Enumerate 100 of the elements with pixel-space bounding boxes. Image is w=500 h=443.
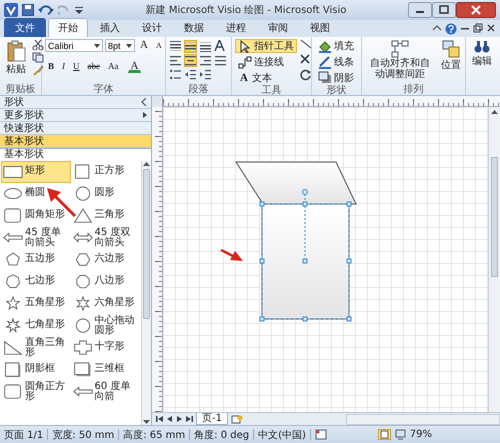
ribbon-tab[interactable]: 进程	[216, 18, 256, 37]
parallelogram-shape[interactable]	[235, 162, 357, 204]
shape-item[interactable]: 60 度单向箭	[70, 381, 140, 403]
italic-button[interactable]: I	[59, 60, 68, 73]
ribbon-tab[interactable]: 插入	[90, 18, 130, 37]
pointer-tool-button[interactable]: 指针工具	[235, 39, 297, 53]
editing-button[interactable]: 编辑	[469, 39, 495, 69]
rectangle-shape[interactable]	[262, 204, 350, 320]
outdent-button[interactable]	[184, 68, 197, 81]
panel-header[interactable]: 基本形状	[0, 135, 151, 148]
shape-item[interactable]: 椭圆	[1, 183, 70, 205]
previous-page-icon[interactable]	[166, 415, 173, 423]
brush-icon[interactable]	[32, 65, 44, 76]
ribbon-tab[interactable]: 视图	[300, 18, 340, 37]
shape-item[interactable]: 六角星形	[70, 293, 140, 315]
align-top-icon	[170, 41, 181, 52]
shrink-font-button[interactable]: A	[152, 39, 165, 52]
scrollbar-thumb[interactable]	[143, 169, 150, 319]
font-color-button[interactable]: A	[128, 60, 142, 73]
align-bottom-button[interactable]	[199, 40, 212, 53]
shape-item[interactable]: 矩形	[1, 161, 70, 183]
shape-item[interactable]: 五边形	[1, 249, 70, 271]
auto-align-button[interactable]: 自动对齐和自动调整间距	[365, 39, 435, 81]
customize-menu-icon[interactable]	[74, 4, 84, 16]
ribbon-tab[interactable]: 设计	[132, 18, 172, 37]
file-tab[interactable]: 文件	[4, 18, 46, 37]
align-top-button[interactable]	[169, 40, 182, 53]
shadow-button[interactable]: 阴影	[315, 71, 357, 85]
underline-button[interactable]: U	[70, 60, 83, 73]
shape-item[interactable]: 圆角矩形	[1, 205, 70, 227]
maximize-icon[interactable]	[432, 2, 456, 18]
restore-icon[interactable]	[473, 22, 483, 32]
align-left-button[interactable]	[169, 54, 182, 67]
panel-header[interactable]: 更多形状	[0, 109, 151, 122]
ribbon-tab[interactable]: 审阅	[258, 18, 298, 37]
shape-item[interactable]: 十字形	[70, 337, 140, 359]
close-icon[interactable]	[300, 54, 310, 64]
next-page-icon[interactable]	[176, 415, 183, 423]
justify-button[interactable]	[214, 54, 227, 67]
shape-item[interactable]: 五角星形	[1, 293, 70, 315]
undo-icon[interactable]	[38, 4, 54, 16]
text-tool-button[interactable]: A 文本	[235, 71, 297, 85]
fill-button[interactable]: 填充	[315, 39, 357, 53]
text-direction-icon[interactable]	[214, 40, 225, 51]
ribbon-tab[interactable]: 数据	[174, 18, 214, 37]
line-button[interactable]: 线条	[315, 55, 357, 69]
shape-item[interactable]: 三维框	[70, 359, 140, 381]
full-screen-icon[interactable]	[394, 429, 406, 440]
shape-item[interactable]: 正方形	[70, 161, 140, 183]
shape-item[interactable]: 八边形	[70, 271, 140, 293]
panel-header[interactable]: 快速形状	[0, 122, 151, 135]
close-icon[interactable]	[486, 22, 496, 32]
selection-frame[interactable]	[260, 189, 352, 322]
paste-button[interactable]: 粘贴	[3, 39, 29, 77]
shape-item[interactable]: 六边形	[70, 249, 140, 271]
shape-item[interactable]: 直角三角形	[1, 337, 70, 359]
change-case-button[interactable]: Aa	[105, 60, 122, 73]
bullets-button[interactable]	[169, 68, 182, 81]
align-right-button[interactable]	[199, 54, 212, 67]
rotate-icon[interactable]	[300, 69, 312, 81]
panel-header[interactable]: 形状	[0, 96, 151, 109]
scrollbar[interactable]	[141, 161, 151, 425]
ribbon-tab[interactable]: 开始	[48, 18, 88, 37]
horizontal-scrollbar[interactable]	[346, 414, 500, 424]
shape-item[interactable]: 中心拖动圆形	[70, 315, 140, 337]
copy-icon[interactable]	[32, 52, 44, 63]
bold-button[interactable]: B	[45, 60, 58, 73]
macro-record-icon[interactable]	[314, 429, 327, 440]
zoom-level[interactable]: 79%	[410, 429, 432, 440]
shape-item[interactable]: 圆形	[70, 183, 140, 205]
connector-tool-button[interactable]: 连接线	[235, 55, 297, 69]
strikethrough-button[interactable]: abc	[84, 60, 104, 73]
help-icon[interactable]	[445, 22, 457, 34]
last-page-icon[interactable]	[186, 415, 193, 423]
grow-font-button[interactable]: A	[137, 39, 151, 52]
shape-item[interactable]: 七角星形	[1, 315, 70, 337]
font-size-field[interactable]: 8pt	[105, 39, 135, 52]
shape-item[interactable]: 阴影框	[1, 359, 70, 381]
align-middle-button[interactable]	[184, 40, 197, 53]
page-view-icon[interactable]	[378, 429, 391, 440]
align-center-button[interactable]	[184, 54, 197, 67]
shape-item[interactable]: 七边形	[1, 271, 70, 293]
save-icon[interactable]	[22, 4, 34, 16]
position-button[interactable]: 位置	[438, 39, 464, 73]
scissors-icon[interactable]	[32, 39, 44, 50]
page-tab[interactable]: 页-1	[196, 413, 228, 425]
shape-item[interactable]: 45 度单向箭头	[1, 227, 70, 249]
line-tool-icon[interactable]	[300, 39, 312, 49]
minimize-icon[interactable]	[408, 2, 432, 18]
insert-page-icon[interactable]	[230, 414, 243, 424]
shape-item[interactable]: 45 度双向箭头	[70, 227, 140, 249]
vertical-scrollbar[interactable]	[488, 107, 500, 412]
shape-item[interactable]: 圆角正方形	[1, 381, 70, 403]
close-icon[interactable]	[456, 2, 496, 18]
font-name-field[interactable]: Calibri	[45, 39, 103, 52]
first-page-icon[interactable]	[156, 415, 163, 423]
scrollbar-thumb[interactable]	[491, 157, 498, 277]
indent-button[interactable]	[199, 68, 212, 81]
collapse-ribbon-icon[interactable]	[432, 22, 442, 32]
shape-item[interactable]: 三角形	[70, 205, 140, 227]
